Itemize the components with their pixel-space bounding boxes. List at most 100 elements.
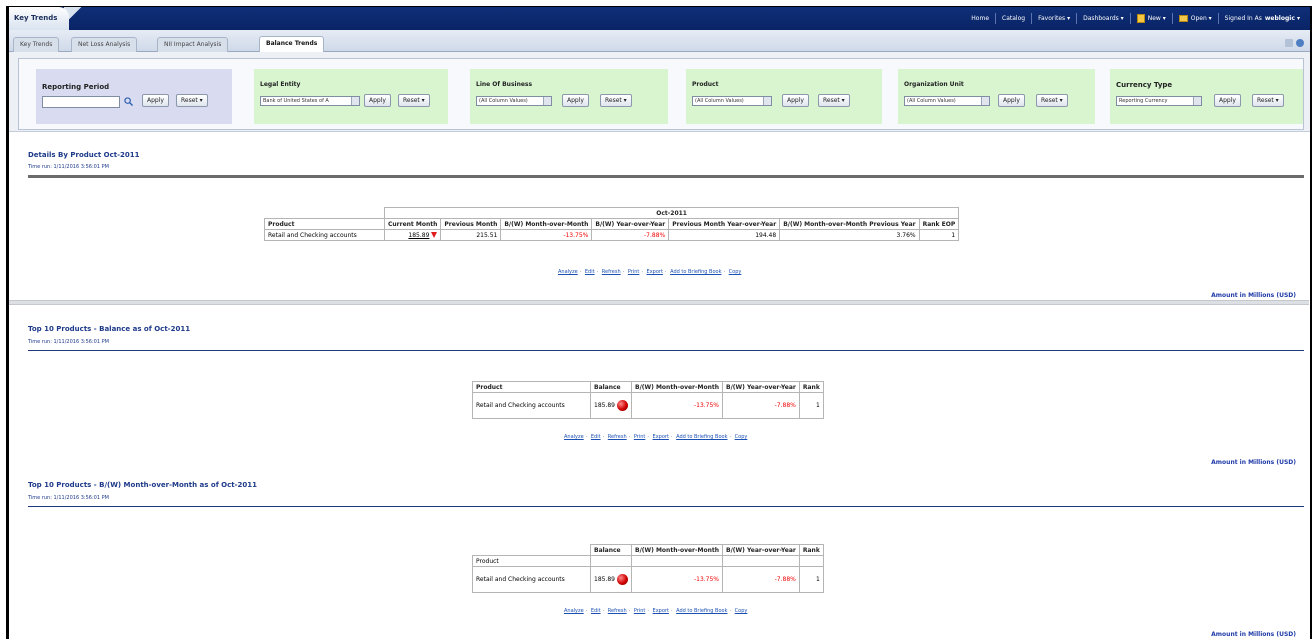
product-cell: Retail and Checking accounts	[264, 229, 385, 241]
export-link[interactable]: Export	[653, 434, 669, 440]
product-select[interactable]: (All Column Values)	[692, 96, 772, 106]
current-month-cell[interactable]: 185.89	[383, 229, 442, 241]
global-nav: Home Catalog Favorites ▾ Dashboards ▾ Ne…	[965, 7, 1306, 30]
top10-mom-table: Balance B/(W) Month-over-Month B/(W) Yea…	[472, 544, 824, 593]
print-link[interactable]: Print	[628, 269, 640, 275]
bw-mom-prev-year-cell: 3.76%	[779, 229, 920, 241]
refresh-link[interactable]: Refresh	[602, 269, 621, 275]
print-link[interactable]: Print	[634, 434, 646, 440]
top10-balance-section: Top 10 Products - Balance as of Oct-2011…	[18, 307, 1304, 477]
units-note: Amount in Millions (USD)	[1211, 292, 1296, 299]
reporting-period-reset-button[interactable]: Reset ▾	[176, 94, 208, 107]
copy-link[interactable]: Copy	[735, 434, 748, 440]
help-icon[interactable]	[1296, 39, 1304, 47]
view-links: Analyze · Edit · Refresh · Print · Export · A…	[558, 269, 742, 275]
legal-entity-select[interactable]: Bank of United States of A	[260, 96, 360, 106]
currency-type-apply-button[interactable]: Apply	[1214, 94, 1241, 107]
organization-unit-label: Organization Unit	[904, 81, 964, 88]
column-header: Product	[472, 381, 591, 393]
line-of-business-select[interactable]: (All Column Values)	[476, 96, 552, 106]
legal-entity-reset-button[interactable]: Reset ▾	[398, 94, 430, 107]
analyze-link[interactable]: Analyze	[564, 608, 584, 614]
time-run: Time run: 1/11/2016 3:56:01 PM	[28, 164, 109, 170]
reporting-period-label: Reporting Period	[42, 83, 110, 91]
reporting-period-input[interactable]	[42, 96, 120, 108]
column-header: B/(W) Month-over-Month	[630, 381, 724, 393]
tab-key-trends[interactable]: Key Trends	[13, 37, 60, 52]
bw-mom-cell: -13.75%	[630, 392, 724, 419]
nav-new-menu[interactable]: New ▾	[1131, 14, 1172, 23]
legal-entity-apply-button[interactable]: Apply	[364, 94, 391, 107]
previous-month-cell: 215.51	[440, 229, 502, 241]
nav-open-menu[interactable]: Open ▾	[1173, 15, 1218, 22]
organization-unit-prompt: Organization Unit (All Column Values) Ap…	[898, 69, 1095, 124]
legal-entity-label: Legal Entity	[260, 81, 301, 88]
column-header: Balance	[590, 381, 632, 393]
product-reset-button[interactable]: Reset ▾	[818, 94, 850, 107]
currency-type-label: Currency Type	[1116, 81, 1173, 89]
nav-catalog-link[interactable]: Catalog	[996, 15, 1031, 22]
refresh-link[interactable]: Refresh	[608, 434, 627, 440]
tab-net-loss-analysis[interactable]: Net Loss Analysis	[71, 37, 138, 52]
column-header: Product	[264, 218, 385, 230]
prev-month-yoy-cell: 194.48	[668, 229, 781, 241]
down-arrow-icon	[431, 232, 438, 238]
page-options-icon[interactable]	[1285, 39, 1293, 47]
edit-link[interactable]: Edit	[591, 608, 601, 614]
search-icon[interactable]	[124, 97, 133, 106]
time-run: Time run: 1/11/2016 3:56:01 PM	[28, 339, 109, 345]
chevron-down-icon	[981, 97, 989, 105]
tab-balance-trends[interactable]: Balance Trends	[259, 36, 325, 52]
organization-unit-select[interactable]: (All Column Values)	[904, 96, 990, 106]
column-header: B/(W) Year-over-Year	[722, 544, 800, 556]
currency-type-select[interactable]: Reporting Currency	[1116, 96, 1202, 106]
column-header: Rank	[798, 381, 824, 393]
line-of-business-apply-button[interactable]: Apply	[562, 94, 589, 107]
currency-type-prompt: Currency Type Reporting Currency Apply R…	[1110, 69, 1303, 124]
nav-dashboards-menu[interactable]: Dashboards ▾	[1077, 15, 1130, 22]
bw-yoy-cell: -7.88%	[591, 229, 670, 241]
signed-in-user[interactable]: Signed In As weblogic ▾	[1219, 15, 1306, 22]
add-to-briefing-book-link[interactable]: Add to Briefing Book	[676, 434, 727, 440]
units-note: Amount in Millions (USD)	[1211, 631, 1296, 638]
dashboard-frame: Key Trends Home Catalog Favorites ▾ Dash…	[6, 6, 1312, 639]
section-title: Top 10 Products - Balance as of Oct-2011	[28, 325, 191, 333]
table-row: Retail and Checking accounts 185.89 215.…	[264, 229, 960, 241]
line-of-business-reset-button[interactable]: Reset ▾	[600, 94, 632, 107]
export-link[interactable]: Export	[647, 269, 663, 275]
edit-link[interactable]: Edit	[591, 434, 601, 440]
period-header: Oct-2011	[383, 207, 960, 219]
product-apply-button[interactable]: Apply	[782, 94, 809, 107]
organization-unit-apply-button[interactable]: Apply	[998, 94, 1025, 107]
chevron-down-icon	[763, 97, 771, 105]
prompts-bar: Reporting Period Apply Reset ▾ Legal Ent…	[9, 52, 1310, 132]
column-header: Rank	[798, 544, 824, 556]
currency-type-reset-button[interactable]: Reset ▾	[1252, 94, 1284, 107]
print-link[interactable]: Print	[634, 608, 646, 614]
bw-mom-cell: -13.75%	[500, 229, 593, 241]
nav-favorites-menu[interactable]: Favorites ▾	[1032, 15, 1076, 22]
units-note: Amount in Millions (USD)	[1211, 459, 1296, 466]
product-cell: Retail and Checking accounts	[472, 392, 591, 419]
nav-home-link[interactable]: Home	[965, 15, 995, 22]
analyze-link[interactable]: Analyze	[558, 269, 578, 275]
add-to-briefing-book-link[interactable]: Add to Briefing Book	[670, 269, 721, 275]
refresh-link[interactable]: Refresh	[608, 608, 627, 614]
page-tabs: Key Trends Net Loss Analysis NII Impact …	[9, 30, 1310, 52]
copy-link[interactable]: Copy	[729, 269, 742, 275]
folder-icon	[1178, 15, 1188, 22]
copy-link[interactable]: Copy	[735, 608, 748, 614]
rank-eop-cell: 1	[918, 229, 960, 241]
column-header: B/(W) Year-over-Year	[722, 381, 800, 393]
edit-link[interactable]: Edit	[585, 269, 595, 275]
tab-nii-impact-analysis[interactable]: NII Impact Analysis	[157, 37, 229, 52]
bw-yoy-cell: -7.88%	[722, 566, 800, 593]
column-header: Previous Month	[440, 218, 502, 230]
add-to-briefing-book-link[interactable]: Add to Briefing Book	[676, 608, 727, 614]
reporting-period-apply-button[interactable]: Apply	[142, 94, 169, 107]
organization-unit-reset-button[interactable]: Reset ▾	[1036, 94, 1068, 107]
analyze-link[interactable]: Analyze	[564, 434, 584, 440]
red-status-icon	[617, 574, 628, 585]
export-link[interactable]: Export	[653, 608, 669, 614]
top10-mom-section: Top 10 Products - B/(W) Month-over-Month…	[18, 469, 1304, 639]
